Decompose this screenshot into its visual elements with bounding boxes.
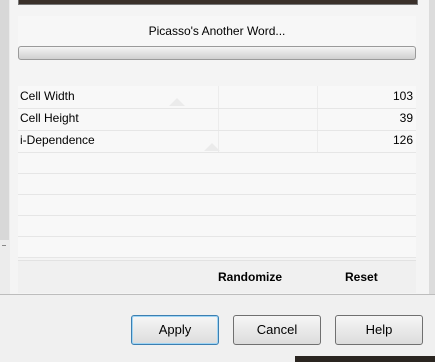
param-label: i-Dependence xyxy=(20,133,95,147)
empty-param-row xyxy=(18,173,416,195)
param-row-cell-height[interactable]: Cell Height 39 xyxy=(18,108,416,131)
parameter-list: Cell Width 103 Cell Height 39 i-Dependen… xyxy=(18,86,416,258)
help-button[interactable]: Help xyxy=(335,315,423,345)
empty-param-row xyxy=(18,215,416,237)
randomize-button[interactable]: Randomize xyxy=(218,270,282,284)
progress-bar xyxy=(18,46,416,60)
apply-button[interactable]: Apply xyxy=(131,315,219,345)
param-row-i-dependence[interactable]: i-Dependence 126 xyxy=(18,130,416,153)
empty-param-row xyxy=(18,152,416,174)
empty-param-row xyxy=(18,236,416,258)
preview-image xyxy=(18,0,418,5)
param-label: Cell Width xyxy=(20,89,75,103)
background-corner xyxy=(295,356,435,362)
cancel-button[interactable]: Cancel xyxy=(233,315,321,345)
empty-param-row xyxy=(18,194,416,216)
reset-button[interactable]: Reset xyxy=(345,270,378,284)
divider xyxy=(0,294,435,295)
param-value[interactable]: 126 xyxy=(393,133,413,147)
param-row-cell-width[interactable]: Cell Width 103 xyxy=(18,86,416,109)
left-scroll-area xyxy=(0,0,9,240)
param-value[interactable]: 39 xyxy=(400,111,413,125)
param-value[interactable]: 103 xyxy=(393,89,413,103)
param-label: Cell Height xyxy=(20,111,79,125)
filter-title: Picasso's Another Word... xyxy=(18,16,416,46)
action-link-bar: Randomize Reset xyxy=(18,260,416,293)
right-panel-strip xyxy=(429,0,435,294)
left-marker xyxy=(2,245,6,246)
